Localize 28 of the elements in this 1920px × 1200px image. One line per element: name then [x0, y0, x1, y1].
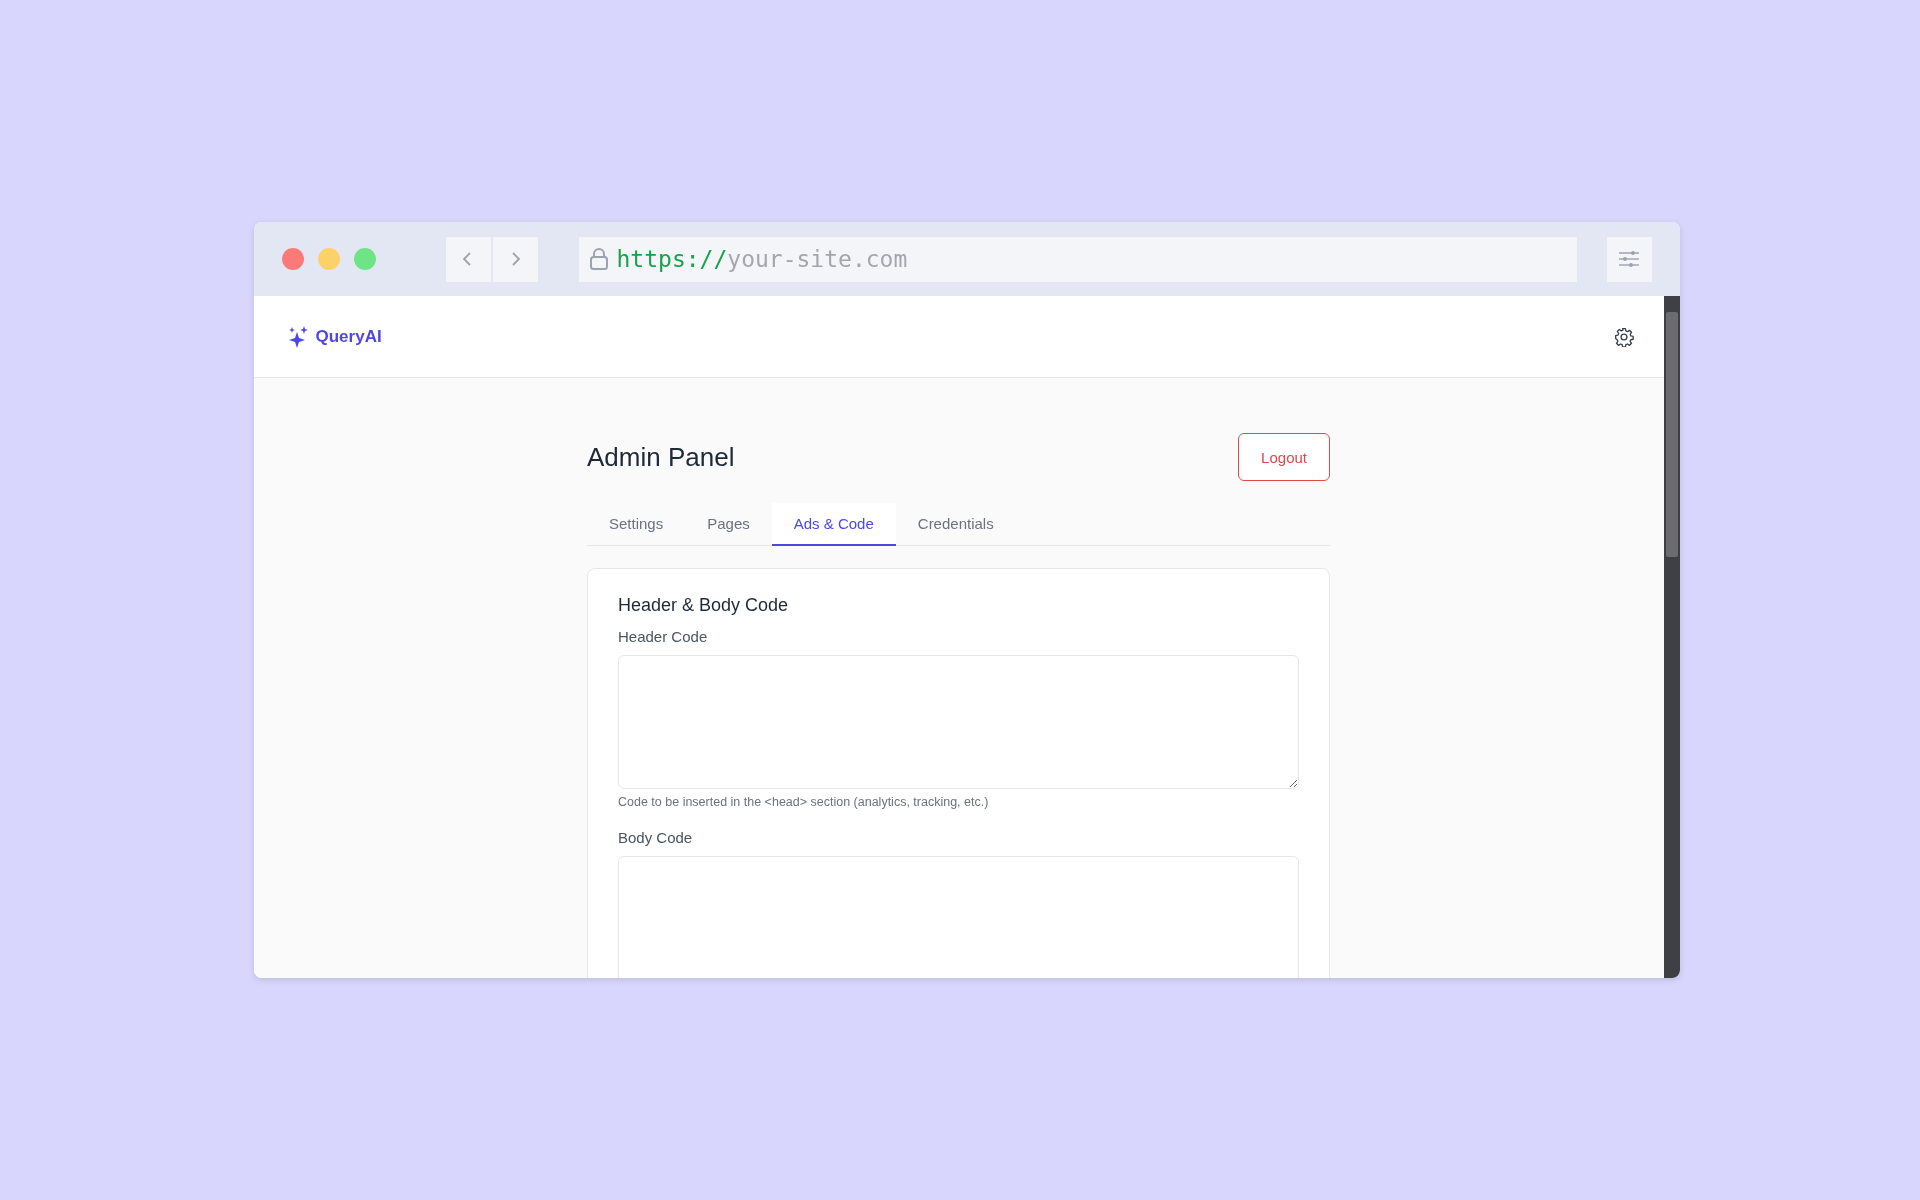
minimize-window-button[interactable]: [317, 248, 340, 270]
settings-button[interactable]: [1613, 326, 1634, 347]
scrollbar-thumb[interactable]: [1665, 312, 1678, 557]
page-title: Admin Panel: [587, 441, 735, 473]
field-hint: Code to be inserted in the <head> section (analytics, tracking, etc.): [618, 795, 990, 809]
field-label: Header Code: [618, 628, 709, 645]
forward-button[interactable]: [492, 236, 538, 282]
sparkles-icon: [287, 324, 310, 349]
card-title: Header & Body Code: [618, 595, 790, 616]
code-textarea[interactable]: [618, 856, 1299, 978]
maximize-window-button[interactable]: [353, 248, 376, 270]
tab[interactable]: Credentials: [895, 503, 1016, 546]
field-label: Body Code: [618, 829, 694, 846]
address-bar[interactable]: https://your-site.com: [578, 236, 1577, 282]
close-window-button[interactable]: [281, 248, 304, 270]
lock-icon: [588, 247, 609, 271]
settings-icon: [1613, 326, 1634, 347]
back-button[interactable]: [445, 236, 491, 282]
tab[interactable]: Settings: [587, 503, 686, 546]
settings-sliders-button[interactable]: [1606, 236, 1652, 282]
tab[interactable]: Pages: [685, 503, 772, 546]
sliders-icon: [1618, 250, 1641, 268]
brand-name[interactable]: QueryAI: [315, 326, 382, 347]
logout-button[interactable]: Logout: [1238, 433, 1330, 481]
url-host: your-site.com: [727, 246, 908, 272]
code-textarea[interactable]: [618, 655, 1299, 789]
url-scheme: https://: [616, 246, 728, 272]
tab[interactable]: Ads & Code: [771, 503, 896, 546]
